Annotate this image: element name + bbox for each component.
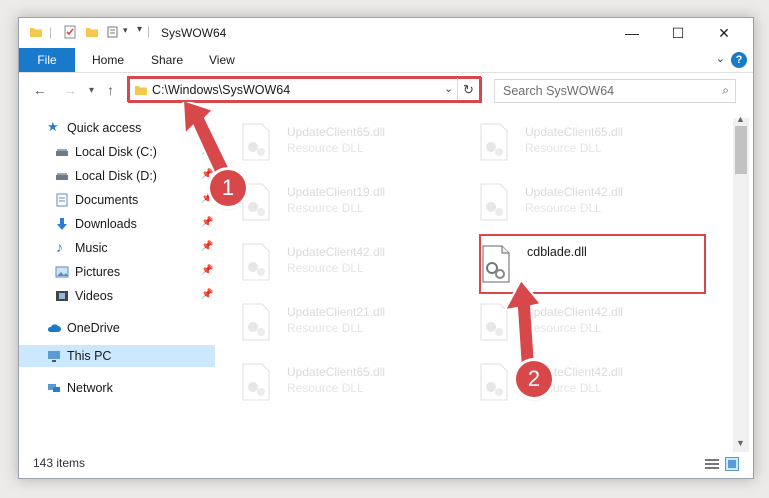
file-name: UpdateClient19.dll: [287, 185, 386, 199]
network-icon: [48, 384, 60, 392]
star-icon: ★: [47, 119, 59, 134]
file-type: Resource DLL: [287, 201, 364, 215]
pin-icon: 📌: [201, 241, 214, 252]
customize-toolbar-icon[interactable]: [107, 25, 121, 39]
forward-arrow-icon[interactable]: →: [63, 82, 77, 98]
details-view-icon[interactable]: [705, 458, 719, 470]
drive-icon: [56, 173, 68, 180]
file-type: Resource DLL: [525, 141, 602, 155]
file-name: UpdateClient65.dll: [287, 125, 386, 139]
search-icon[interactable]: ⌕: [722, 83, 729, 98]
file-type: Resource DLL: [287, 141, 364, 155]
help-button[interactable]: ?: [731, 52, 747, 68]
window-title: SysWOW64: [161, 26, 227, 40]
dll-file-icon: [242, 303, 270, 341]
recent-locations-icon[interactable]: ▾: [89, 85, 94, 96]
properties-icon[interactable]: [63, 25, 77, 39]
music-icon: ♪: [56, 239, 63, 255]
file-item[interactable]: UpdateClient65.dll Resource DLL: [479, 121, 679, 165]
scroll-down-icon[interactable]: ▼: [736, 438, 745, 448]
nav-item-pictures[interactable]: Pictures 📌: [19, 261, 215, 283]
file-item[interactable]: UpdateClient42.dll Resource DLL: [241, 241, 441, 285]
folder-icon: [30, 28, 42, 37]
large-icons-view-icon[interactable]: [725, 457, 739, 471]
dll-file-icon: [480, 183, 508, 221]
file-item[interactable]: UpdateClient65.dll Resource DLL: [241, 121, 441, 165]
quick-access-dropdown-icon[interactable]: ▾: [137, 24, 142, 35]
ribbon-tabs: File Home Share View ⌄ ?: [19, 48, 753, 73]
tab-share[interactable]: Share: [151, 48, 183, 72]
file-type: Resource DLL: [525, 201, 602, 215]
highlight-box-address: [127, 76, 481, 102]
title-bar: | ▾ ▾ | SysWOW64 — ☐ ✕: [19, 18, 753, 48]
nav-item-label: Network: [67, 381, 113, 395]
step-badge-2: 2: [516, 361, 552, 397]
vertical-scrollbar[interactable]: ▲ ▼: [733, 114, 749, 453]
pin-icon: 📌: [201, 217, 214, 228]
cloud-icon: [47, 324, 61, 332]
computer-icon: [48, 351, 60, 362]
nav-item-label: Music: [75, 241, 108, 255]
nav-item-videos[interactable]: Videos 📌: [19, 285, 215, 307]
file-name: UpdateClient65.dll: [287, 365, 386, 379]
tab-view[interactable]: View: [209, 48, 235, 72]
nav-item-label: Local Disk (C:): [75, 145, 157, 159]
separator: |: [147, 24, 151, 38]
status-bar: 143 items: [19, 452, 753, 478]
maximize-button[interactable]: ☐: [655, 18, 701, 48]
file-name: UpdateClient42.dll: [287, 245, 386, 259]
drive-icon: [56, 149, 68, 156]
nav-item-downloads[interactable]: Downloads 📌: [19, 213, 215, 235]
nav-item-this-pc[interactable]: This PC: [19, 345, 215, 367]
documents-icon: [56, 193, 68, 207]
minimize-button[interactable]: —: [609, 18, 655, 48]
dropdown-arrow-icon[interactable]: ▾: [123, 25, 128, 36]
nav-item-label: Local Disk (D:): [75, 169, 157, 183]
tab-home[interactable]: Home: [92, 48, 124, 72]
up-arrow-icon[interactable]: ↑: [107, 82, 114, 98]
file-item[interactable]: UpdateClient65.dll Resource DLL: [241, 361, 441, 405]
file-type: Resource DLL: [287, 261, 364, 275]
file-type: Resource DLL: [287, 321, 364, 335]
file-name: UpdateClient65.dll: [525, 125, 624, 139]
back-arrow-icon[interactable]: ←: [33, 82, 47, 98]
step-badge-1: 1: [210, 170, 246, 206]
nav-item-music[interactable]: ♪ Music 📌: [19, 237, 215, 259]
tab-file[interactable]: File: [19, 48, 75, 72]
pin-icon: 📌: [201, 289, 214, 300]
videos-icon: [56, 291, 68, 301]
search-input[interactable]: Search SysWOW64 ⌕: [494, 79, 736, 103]
dll-file-icon: [242, 243, 270, 281]
scroll-up-icon[interactable]: ▲: [736, 114, 745, 124]
nav-item-label: Quick access: [67, 121, 142, 135]
dll-file-icon: [480, 123, 508, 161]
nav-item-network[interactable]: Network: [19, 377, 215, 399]
nav-item-label: Videos: [75, 289, 113, 303]
file-item[interactable]: UpdateClient21.dll Resource DLL: [241, 301, 441, 345]
search-placeholder: Search SysWOW64: [503, 84, 615, 98]
scrollbar-thumb[interactable]: [735, 126, 747, 174]
nav-item-label: OneDrive: [67, 321, 120, 335]
nav-item-onedrive[interactable]: OneDrive: [19, 317, 215, 339]
file-item[interactable]: UpdateClient19.dll Resource DLL: [241, 181, 441, 225]
new-folder-icon[interactable]: [85, 25, 99, 39]
separator: |: [49, 25, 53, 39]
nav-item-label: Documents: [75, 193, 139, 207]
item-count: 143 items: [33, 456, 86, 470]
file-type: Resource DLL: [287, 381, 364, 395]
nav-item-label: Downloads: [75, 217, 137, 231]
expand-ribbon-icon[interactable]: ⌄: [716, 52, 725, 65]
pictures-icon: [55, 266, 69, 278]
file-name: UpdateClient21.dll: [287, 305, 386, 319]
file-item[interactable]: UpdateClient42.dll Resource DLL: [479, 181, 679, 225]
close-button[interactable]: ✕: [701, 18, 747, 48]
dll-file-icon: [242, 363, 270, 401]
nav-item-label: This PC: [67, 349, 112, 363]
pin-icon: 📌: [201, 265, 214, 276]
download-icon: [57, 218, 67, 230]
nav-item-label: Pictures: [75, 265, 121, 279]
file-name: UpdateClient42.dll: [525, 185, 624, 199]
